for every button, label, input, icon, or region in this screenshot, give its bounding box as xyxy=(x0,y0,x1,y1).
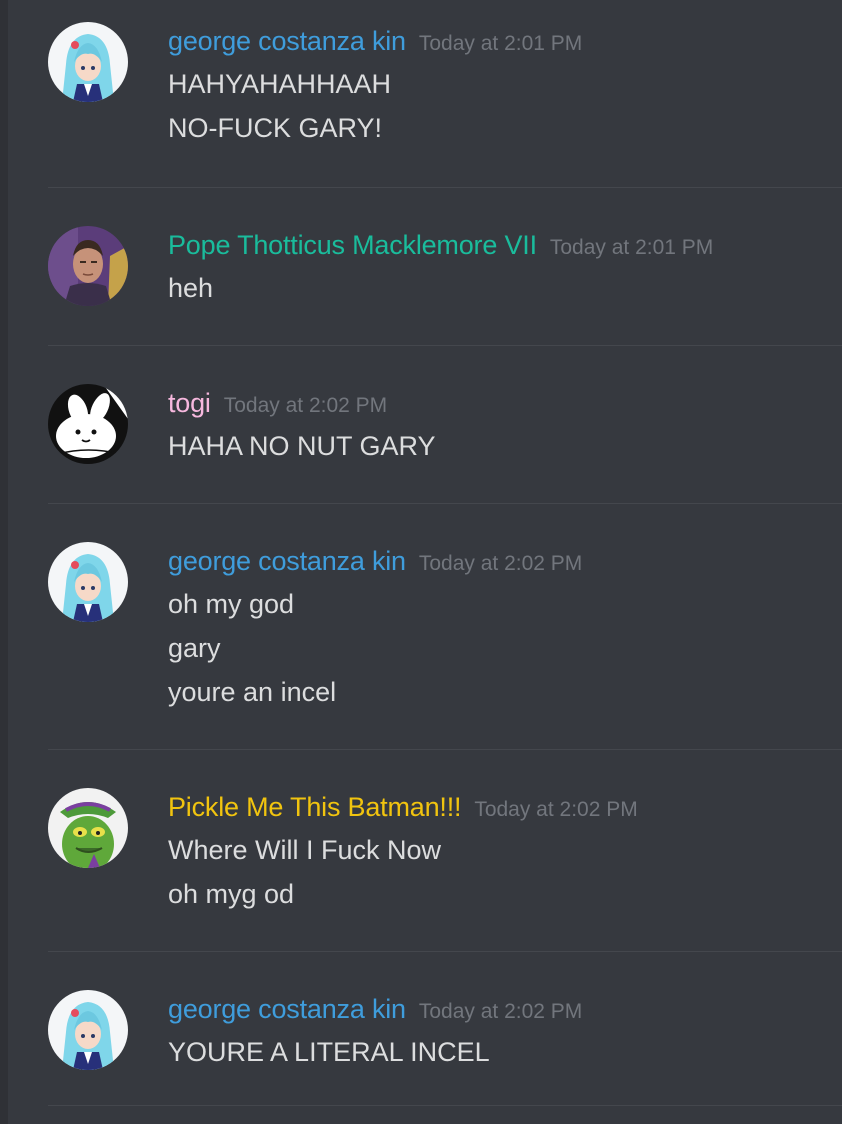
message-body: togi Today at 2:02 PM HAHA NO NUT GARY xyxy=(168,388,842,468)
message-header: togi Today at 2:02 PM xyxy=(168,388,842,424)
author-name[interactable]: Pope Thotticus Macklemore VII xyxy=(168,230,537,261)
message-text: youre an incel xyxy=(168,677,337,707)
anime-girl-avatar[interactable] xyxy=(48,990,128,1070)
author-name[interactable]: togi xyxy=(168,388,211,419)
message-group: george costanza kin Today at 2:01 PM HAH… xyxy=(48,0,842,188)
anime-girl-avatar[interactable] xyxy=(48,22,128,102)
message-divider xyxy=(48,1105,842,1106)
author-name[interactable]: Pickle Me This Batman!!! xyxy=(168,792,462,823)
message-header: Pope Thotticus Macklemore VII Today at 2… xyxy=(168,230,842,266)
message-text: oh my god xyxy=(168,589,295,619)
message-text: NO-FUCK GARY! xyxy=(168,113,383,143)
message-text: YOURE A LITERAL INCEL xyxy=(168,1037,490,1067)
message-timestamp: Today at 2:02 PM xyxy=(418,552,583,575)
message-group: Pope Thotticus Macklemore VII Today at 2… xyxy=(48,188,842,346)
message-header: george costanza kin Today at 2:01 PM xyxy=(168,26,842,62)
white-cat-avatar[interactable] xyxy=(48,384,128,464)
pickle-character-avatar[interactable] xyxy=(48,788,128,868)
message-group: Pickle Me This Batman!!! Today at 2:02 P… xyxy=(48,750,842,952)
message-text: oh myg od xyxy=(168,879,295,909)
message-header: george costanza kin Today at 2:02 PM xyxy=(168,546,842,582)
message-timestamp: Today at 2:02 PM xyxy=(474,798,638,821)
message-header: Pickle Me This Batman!!! Today at 2:02 P… xyxy=(168,792,842,828)
message-text: HAHYAHAHHAAH xyxy=(168,69,392,99)
message-body: Pope Thotticus Macklemore VII Today at 2… xyxy=(168,230,842,310)
message-group: george costanza kin Today at 2:02 PM oh … xyxy=(48,504,842,750)
message-text: gary xyxy=(168,633,221,663)
message-group: togi Today at 2:02 PM HAHA NO NUT GARY xyxy=(48,346,842,504)
message-body: Pickle Me This Batman!!! Today at 2:02 P… xyxy=(168,792,842,916)
message-text: Where Will I Fuck Now xyxy=(168,835,442,865)
message-group: george costanza kin Today at 2:02 PM YOU… xyxy=(48,952,842,1106)
message-timestamp: Today at 2:02 PM xyxy=(223,394,388,417)
author-name[interactable]: george costanza kin xyxy=(168,994,406,1025)
message-timestamp: Today at 2:01 PM xyxy=(418,32,583,55)
author-name[interactable]: george costanza kin xyxy=(168,26,406,57)
anime-girl-avatar[interactable] xyxy=(48,542,128,622)
channel-sidebar-edge xyxy=(0,0,8,1124)
man-portrait-avatar[interactable] xyxy=(48,226,128,306)
message-header: george costanza kin Today at 2:02 PM xyxy=(168,994,842,1030)
message-text: heh xyxy=(168,273,214,303)
message-timestamp: Today at 2:01 PM xyxy=(549,236,714,259)
message-body: george costanza kin Today at 2:02 PM YOU… xyxy=(168,994,842,1074)
message-timestamp: Today at 2:02 PM xyxy=(418,1000,583,1023)
message-text: HAHA NO NUT GARY xyxy=(168,431,436,461)
message-body: george costanza kin Today at 2:01 PM HAH… xyxy=(168,26,842,150)
message-list: george costanza kin Today at 2:01 PM HAH… xyxy=(8,0,842,1124)
message-body: george costanza kin Today at 2:02 PM oh … xyxy=(168,546,842,714)
author-name[interactable]: george costanza kin xyxy=(168,546,406,577)
